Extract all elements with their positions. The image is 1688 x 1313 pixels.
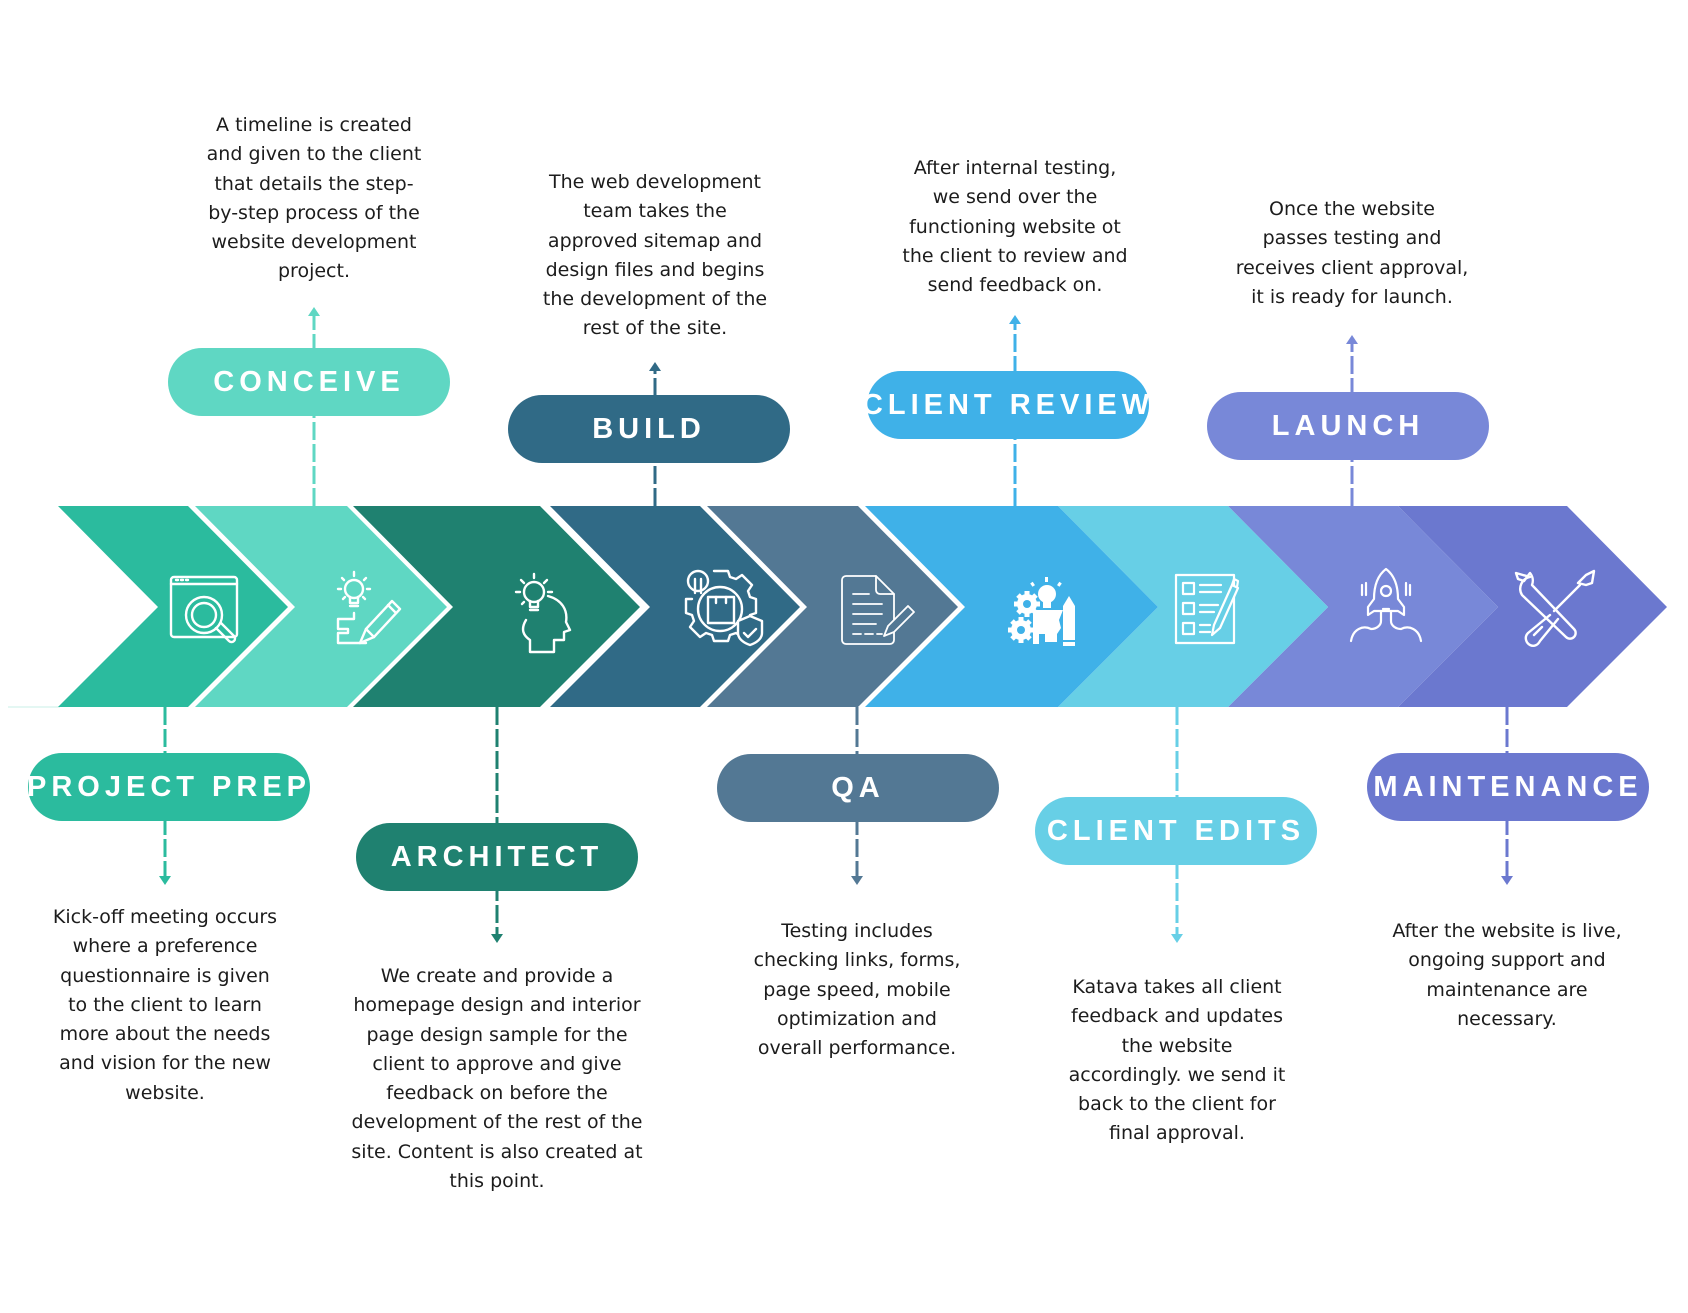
description-line: accordingly. we send it <box>1068 1063 1286 1086</box>
description-line: design files and begins <box>545 258 765 281</box>
description-line: development of the rest of the <box>351 1111 643 1134</box>
arrow-head-icon <box>851 876 863 885</box>
description-line: the website <box>1121 1034 1233 1057</box>
step-description-launch: Once the website passes testing and receiv… <box>1202 195 1502 312</box>
description-line: functioning website ot <box>909 215 1121 238</box>
step-pill-conceive: CONCEIVE <box>168 348 450 416</box>
description-line: website. <box>125 1081 205 1104</box>
arrow-head-icon <box>1501 876 1513 885</box>
arrow-head-icon <box>1009 315 1021 324</box>
description-line: page design sample for the <box>366 1023 628 1046</box>
description-line: Once the website <box>1269 198 1435 220</box>
description-line: website development <box>211 231 417 254</box>
description-line: it is ready for launch. <box>1251 285 1453 308</box>
description-line: final approval. <box>1109 1122 1245 1145</box>
step-description-architect: We create and provide a homepage design a… <box>347 962 647 1196</box>
step-pill-client-review: CLIENT REVIEW <box>862 371 1149 439</box>
description-line: overall performance. <box>757 1037 957 1060</box>
step-label: LAUNCH <box>1271 409 1425 442</box>
description-line: Katava takes all client <box>1072 976 1282 998</box>
description-line: receives client approval, <box>1235 256 1469 279</box>
description-line: we send over the <box>932 186 1098 209</box>
step-label: PROJECT PREP <box>27 770 311 803</box>
chevron-track <box>58 506 1667 707</box>
step-label: CLIENT EDITS <box>1046 814 1306 847</box>
description-line: We create and provide a <box>380 965 614 987</box>
step-label: BUILD <box>592 412 706 445</box>
step-description-conceive: A timeline is created and given to the cl… <box>164 111 464 287</box>
step-pill-build: BUILD <box>508 395 790 463</box>
description-line: where a preference <box>72 935 258 958</box>
description-line: The web development <box>548 171 762 193</box>
step-pill-launch: LAUNCH <box>1207 392 1489 460</box>
arrow-head-icon <box>159 876 171 885</box>
description-line: feedback on before the <box>386 1082 608 1105</box>
description-line: homepage design and interior <box>353 994 641 1017</box>
description-line: Kick-off meeting occurs <box>52 906 278 928</box>
description-line: passes testing and <box>1262 227 1442 250</box>
arrow-head-icon <box>491 934 503 943</box>
description-line: feedback and updates <box>1071 1005 1283 1028</box>
description-line: more about the needs <box>59 1023 271 1046</box>
step-pill-maintenance: MAINTENANCE <box>1367 753 1649 821</box>
description-line: page speed, mobile <box>763 978 951 1001</box>
step-description-maintenance: After the website is live, ongoing suppor… <box>1357 917 1657 1034</box>
arrow-head-icon <box>1346 335 1358 344</box>
step-pill-project-prep: PROJECT PREP <box>27 753 311 821</box>
description-line: that details the step- <box>214 172 414 195</box>
description-line: rest of the site. <box>582 317 728 340</box>
description-line: After internal testing, <box>913 157 1117 179</box>
description-line: site. Content is also created at <box>351 1140 643 1163</box>
description-line: this point. <box>449 1170 545 1193</box>
step-label: CLIENT REVIEW <box>861 388 1155 421</box>
step-label: QA <box>831 771 885 804</box>
step-pill-qa: QA <box>717 754 999 822</box>
step-description-project-prep: Kick-off meeting occurs where a preferenc… <box>15 903 315 1108</box>
step-description-client-review: After internal testing, we send over the f… <box>865 154 1165 300</box>
description-line: and vision for the new <box>59 1052 271 1075</box>
description-line: ongoing support and <box>1408 949 1606 972</box>
description-line: the development of the <box>542 288 768 311</box>
step-label: ARCHITECT <box>390 840 604 873</box>
description-line: Testing includes <box>781 920 933 942</box>
arrow-head-icon <box>1171 934 1183 943</box>
description-line: the client to review and <box>902 244 1128 267</box>
step-pill-architect: ARCHITECT <box>356 823 638 891</box>
arrow-head-icon <box>308 307 320 316</box>
description-line: questionnaire is given <box>60 964 270 987</box>
step-label: MAINTENANCE <box>1373 770 1643 803</box>
description-line: client to approve and give <box>372 1052 622 1075</box>
description-line: After the website is live, <box>1392 920 1622 942</box>
step-description-client-edits: Katava takes all client feedback and upda… <box>1027 973 1327 1149</box>
description-line: approved sitemap and <box>547 229 763 252</box>
description-line: to the client to learn <box>68 993 262 1016</box>
step-description-build: The web development team takes the approve… <box>505 168 805 344</box>
step-label: CONCEIVE <box>213 365 405 398</box>
arrow-head-icon <box>649 362 661 371</box>
description-line: by-step process of the <box>208 201 420 224</box>
description-line: checking links, forms, <box>753 949 961 972</box>
description-line: back to the client for <box>1078 1093 1276 1116</box>
description-line: A timeline is created <box>216 114 412 136</box>
step-pill-client-edits: CLIENT EDITS <box>1035 797 1317 865</box>
description-line: send feedback on. <box>927 274 1103 297</box>
description-line: necessary. <box>1457 1007 1557 1030</box>
description-line: optimization and <box>777 1007 937 1030</box>
description-line: team takes the <box>583 200 727 223</box>
step-description-qa: Testing includes checking links, forms, pa… <box>707 917 1007 1063</box>
description-line: and given to the client <box>206 143 422 166</box>
description-line: maintenance are <box>1426 978 1588 1001</box>
description-line: project. <box>278 260 350 283</box>
